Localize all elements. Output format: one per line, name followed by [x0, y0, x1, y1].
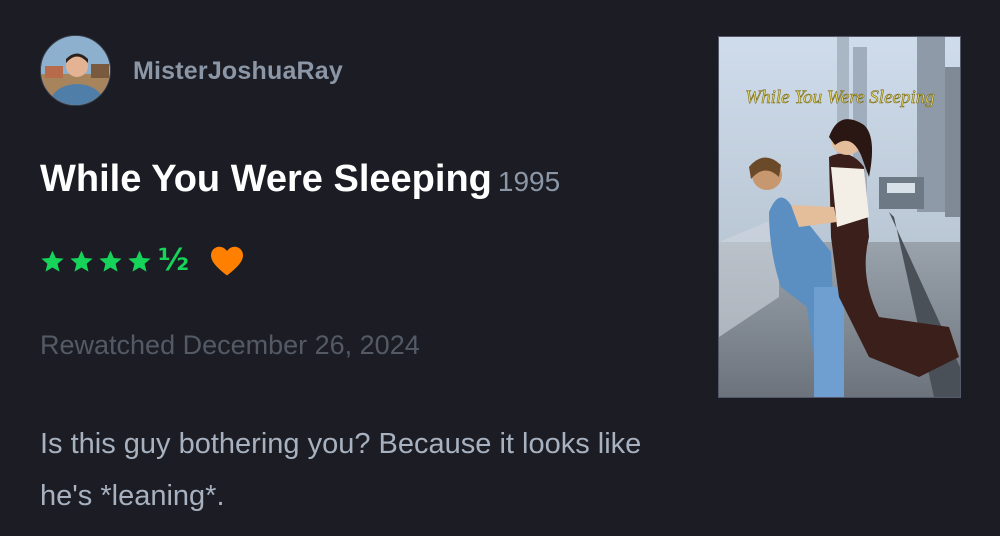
star-icon: [128, 250, 151, 272]
username[interactable]: MisterJoshuaRay: [133, 59, 343, 84]
film-title[interactable]: While You Were Sleeping: [40, 158, 492, 200]
avatar-image: [41, 36, 110, 105]
star-icon: [70, 250, 93, 272]
watch-date: Rewatched December 26, 2024: [40, 330, 420, 360]
poster-title: While You Were Sleeping: [745, 87, 934, 108]
star-icon: [99, 250, 122, 272]
film-year[interactable]: 1995: [498, 166, 560, 197]
half-star-symbol: ½: [158, 243, 190, 278]
poster-image: While You Were Sleeping: [719, 37, 960, 397]
avatar[interactable]: [40, 35, 111, 106]
review-text: Is this guy bothering you? Because it lo…: [40, 428, 642, 512]
film-poster[interactable]: While You Were Sleeping: [718, 36, 961, 398]
film-heading: While You Were Sleeping 1995: [40, 160, 560, 198]
star-icon: [41, 250, 64, 272]
heart-icon: [211, 246, 244, 276]
rating-row: ½: [40, 243, 245, 279]
